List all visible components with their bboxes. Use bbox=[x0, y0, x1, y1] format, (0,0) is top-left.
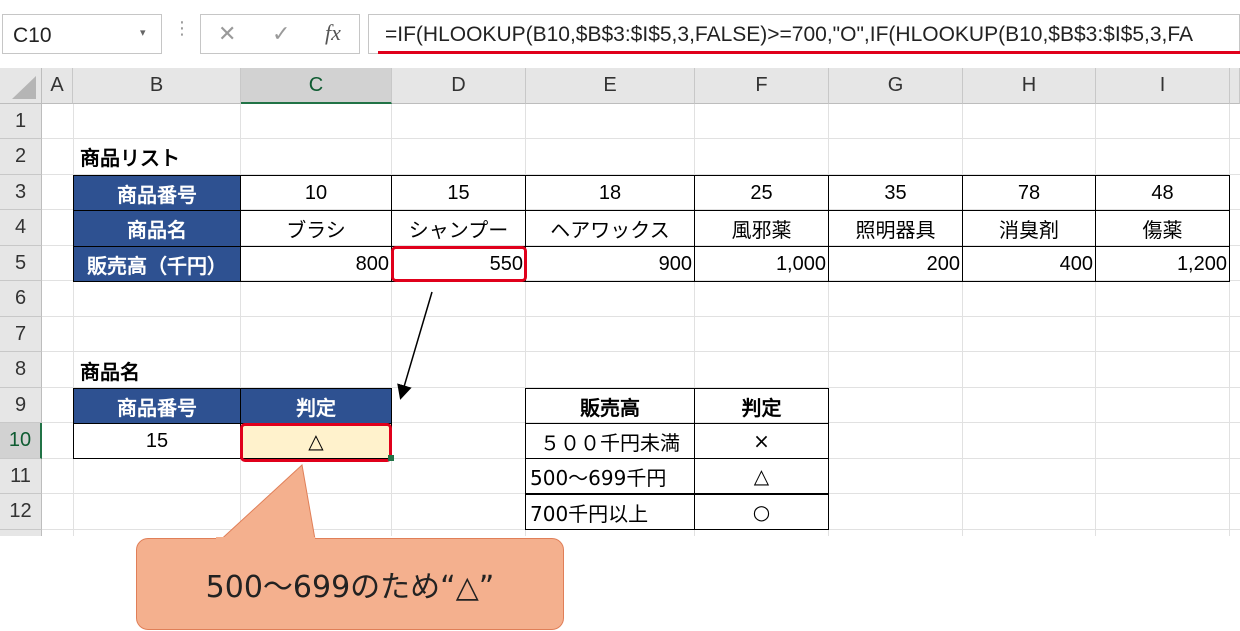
annotation-overlay bbox=[213, 291, 433, 546]
callout-seam bbox=[216, 537, 315, 541]
callout-text: 500～699のため“△” bbox=[205, 570, 495, 605]
callout-pointer bbox=[213, 464, 317, 546]
arrow-icon bbox=[397, 291, 433, 400]
callout-bubble: 500～699のため“△” bbox=[136, 538, 564, 630]
